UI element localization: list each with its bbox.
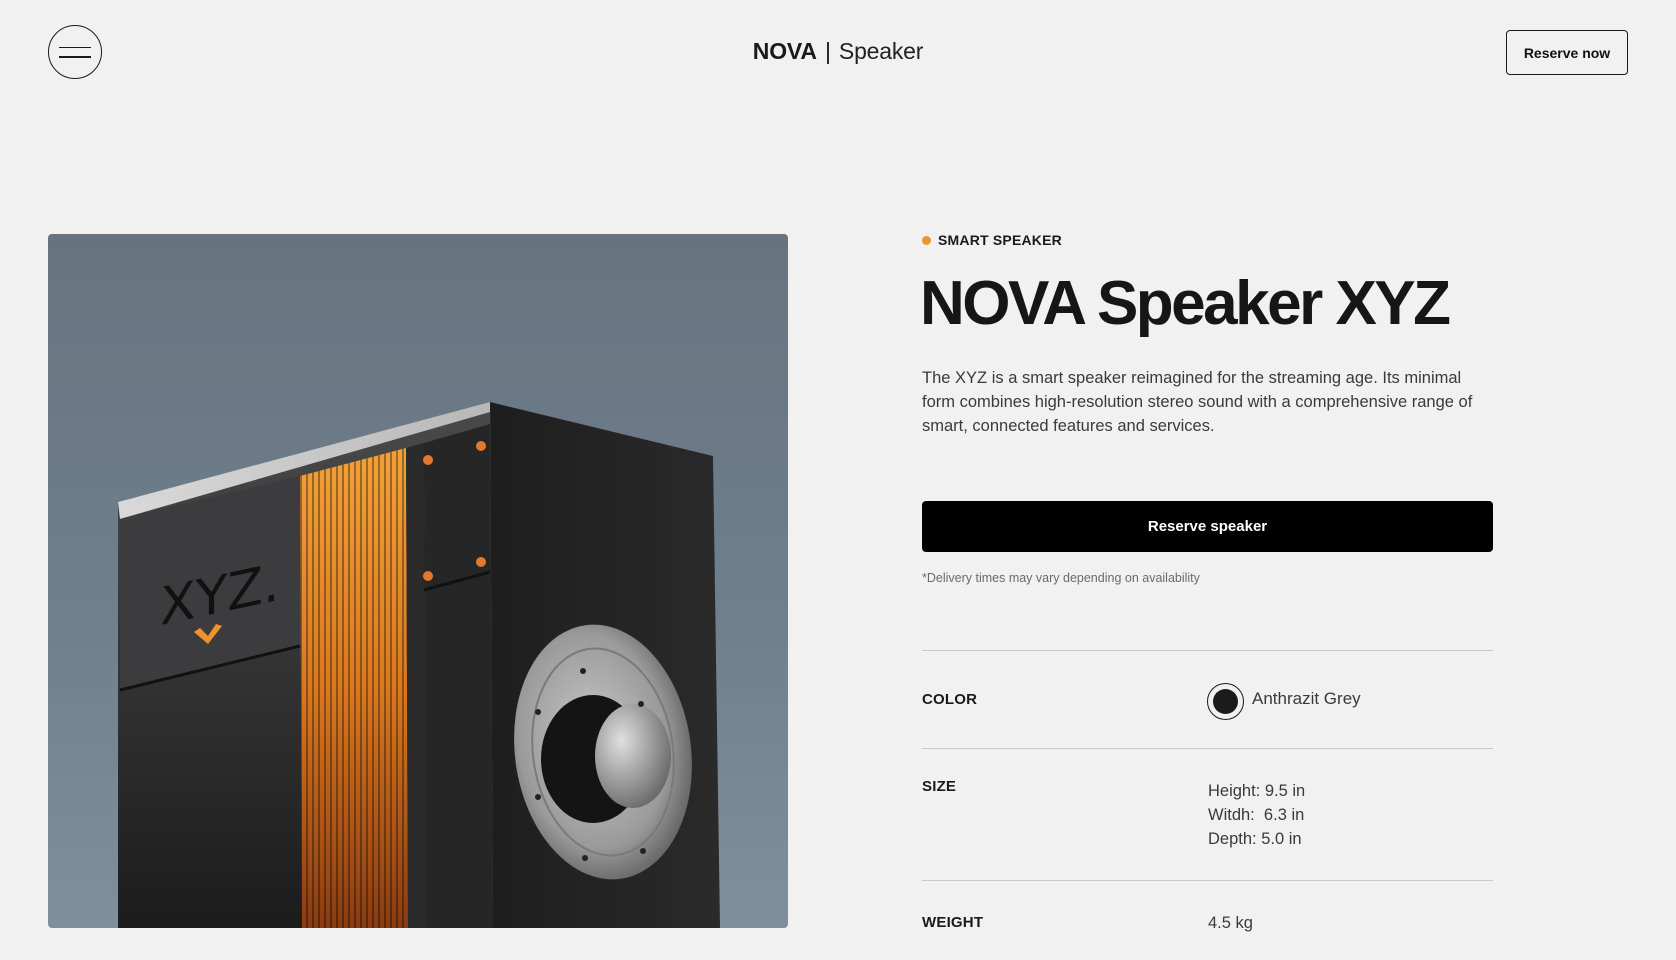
swatch-fill bbox=[1213, 689, 1238, 714]
brand-separator: | bbox=[824, 38, 831, 64]
size-width: Witdh: 6.3 in bbox=[1208, 806, 1305, 824]
category-dot-icon bbox=[922, 235, 931, 245]
brand-logo[interactable]: NOVA | Speaker bbox=[0, 38, 1676, 65]
product-category: SMART SPEAKER bbox=[922, 232, 1062, 248]
color-swatch-anthrazit[interactable] bbox=[1207, 683, 1244, 720]
size-depth: Depth: 5.0 in bbox=[1208, 830, 1302, 848]
size-values: Height: 9.5 in Witdh: 6.3 in Depth: 5.0 … bbox=[1208, 779, 1305, 851]
product-page: NOVA | Speaker Reserve now XYZ. SMART SP… bbox=[0, 0, 1676, 960]
size-height: Height: 9.5 in bbox=[1208, 782, 1306, 800]
size-label: SIZE bbox=[922, 778, 957, 795]
weight-value: 4.5 kg bbox=[1208, 914, 1253, 932]
spec-divider bbox=[922, 748, 1493, 749]
spec-divider bbox=[922, 650, 1493, 651]
brand-subtitle: Speaker bbox=[838, 38, 924, 64]
color-label: COLOR bbox=[922, 691, 978, 708]
color-value: Anthrazit Grey bbox=[1252, 689, 1361, 708]
product-title: NOVA Speaker XYZ bbox=[920, 269, 1451, 338]
category-label: SMART SPEAKER bbox=[938, 232, 1062, 248]
weight-label: WEIGHT bbox=[922, 914, 984, 931]
reserve-speaker-button[interactable]: Reserve speaker bbox=[922, 501, 1493, 552]
product-image: XYZ. bbox=[48, 234, 788, 928]
brand-name: NOVA bbox=[752, 38, 817, 64]
reserve-now-button[interactable]: Reserve now bbox=[1506, 30, 1628, 75]
product-description: The XYZ is a smart speaker reimagined fo… bbox=[922, 369, 1473, 435]
delivery-note: *Delivery times may vary depending on av… bbox=[922, 571, 1200, 585]
spec-divider bbox=[922, 880, 1493, 881]
